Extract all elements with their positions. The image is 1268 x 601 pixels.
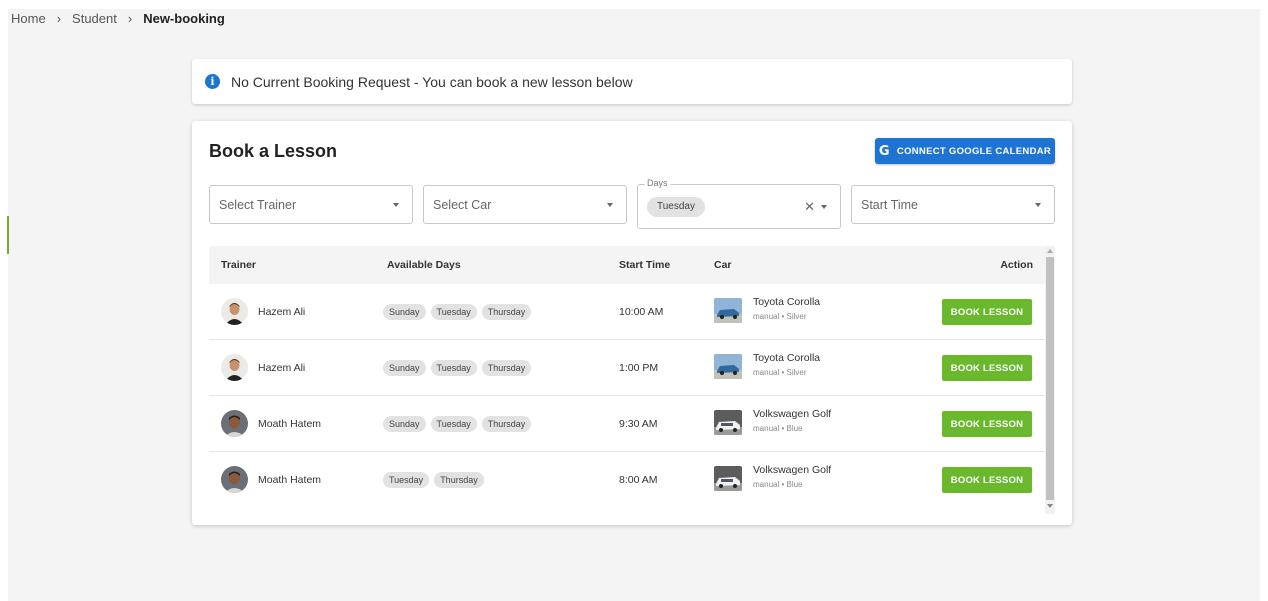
available-days: Sunday Tuesday Thursday [383, 360, 532, 376]
day-chip: Tuesday [430, 416, 477, 432]
table-row: Moath Hatem Sunday Tuesday Thursday 9:30… [209, 396, 1045, 452]
car-name: Toyota Corolla [753, 296, 821, 308]
book-lesson-button[interactable]: BOOK LESSON [942, 299, 1032, 325]
header-trainer: Trainer [221, 259, 257, 271]
car-details: manual • Blue [753, 424, 803, 433]
available-days: Sunday Tuesday Thursday [383, 416, 532, 432]
card-title: Book a Lesson [209, 141, 338, 161]
left-accent-bar [7, 216, 9, 254]
available-days: Sunday Tuesday Thursday [383, 304, 532, 320]
day-chip: Thursday [481, 360, 532, 376]
day-chip: Sunday [383, 416, 426, 432]
google-g-icon: G [878, 143, 890, 159]
trainer-name: Moath Hatem [258, 418, 322, 430]
dropdown-arrow-icon [821, 204, 827, 209]
car-name: Toyota Corolla [753, 352, 821, 364]
trainer-select[interactable]: Select Trainer [209, 185, 413, 224]
car-thumbnail [714, 354, 742, 379]
start-time-select[interactable]: Start Time [851, 185, 1055, 224]
breadcrumb-student[interactable]: Student [72, 11, 117, 26]
start-time: 1:00 PM [619, 362, 659, 374]
chevron-right-icon: › [127, 11, 133, 26]
trainer-name: Hazem Ali [258, 362, 306, 374]
scroll-down-icon[interactable] [1047, 504, 1053, 508]
chevron-right-icon: › [56, 11, 62, 26]
scrollbar-thumb[interactable] [1046, 257, 1054, 500]
clear-icon[interactable]: ✕ [804, 199, 815, 215]
day-chip-tuesday[interactable]: Tuesday [647, 196, 705, 217]
connect-google-calendar-button[interactable]: G CONNECT GOOGLE CALENDAR [875, 138, 1055, 164]
days-legend: Days [645, 178, 670, 188]
avatar [221, 410, 248, 437]
car-details: manual • Blue [753, 480, 803, 489]
trainer-name: Hazem Ali [258, 306, 306, 318]
start-time: 8:00 AM [619, 474, 658, 486]
day-chip: Sunday [383, 360, 426, 376]
breadcrumb-current: New-booking [143, 11, 225, 26]
info-icon: i [205, 74, 220, 89]
table-row: Moath Hatem Tuesday Thursday 8:00 AM Vol… [209, 452, 1045, 508]
table-header: Trainer Available Days Start Time Car Ac… [209, 246, 1045, 284]
avatar [221, 354, 248, 381]
lesson-table: Trainer Available Days Start Time Car Ac… [209, 246, 1055, 514]
table-row: Hazem Ali Sunday Tuesday Thursday 1:00 P… [209, 340, 1045, 396]
avatar [221, 466, 248, 493]
car-thumbnail [714, 298, 742, 323]
car-details: manual • Silver [753, 312, 807, 321]
table-scrollbar[interactable] [1045, 246, 1055, 514]
trainer-name: Moath Hatem [258, 474, 322, 486]
booking-alert: i No Current Booking Request - You can b… [192, 59, 1072, 104]
start-time: 10:00 AM [619, 306, 664, 318]
dropdown-arrow-icon [393, 202, 399, 207]
car-select[interactable]: Select Car [423, 185, 627, 224]
book-lesson-button[interactable]: BOOK LESSON [942, 355, 1032, 381]
start-time-placeholder: Start Time [861, 197, 918, 212]
breadcrumb: Home › Student › New-booking [11, 11, 225, 26]
days-select[interactable]: Days Tuesday ✕ [637, 178, 841, 229]
available-days: Tuesday Thursday [383, 472, 484, 488]
car-name: Volkswagen Golf [753, 464, 832, 476]
car-details: manual • Silver [753, 368, 807, 377]
day-chip: Thursday [481, 416, 532, 432]
header-days: Available Days [387, 259, 461, 271]
table-row: Hazem Ali Sunday Tuesday Thursday 10:00 … [209, 284, 1045, 340]
header-action: Action [1000, 259, 1033, 271]
day-chip: Tuesday [383, 472, 430, 488]
car-name: Volkswagen Golf [753, 408, 832, 420]
car-thumbnail [714, 466, 742, 491]
gcal-button-label: CONNECT GOOGLE CALENDAR [896, 145, 1052, 157]
car-thumbnail [714, 410, 742, 435]
day-chip: Thursday [481, 304, 532, 320]
avatar [221, 298, 248, 325]
start-time: 9:30 AM [619, 418, 658, 430]
book-lesson-button[interactable]: BOOK LESSON [942, 467, 1032, 493]
car-select-placeholder: Select Car [433, 197, 492, 212]
book-lesson-button[interactable]: BOOK LESSON [942, 411, 1032, 437]
alert-text: No Current Booking Request - You can boo… [231, 73, 633, 90]
day-chip: Thursday [434, 472, 484, 488]
trainer-select-placeholder: Select Trainer [219, 197, 297, 212]
day-chip: Sunday [383, 304, 426, 320]
scroll-up-icon[interactable] [1047, 249, 1053, 253]
dropdown-arrow-icon [1035, 202, 1041, 207]
header-car: Car [714, 259, 732, 271]
header-start: Start Time [619, 259, 671, 271]
day-chip: Tuesday [430, 360, 477, 376]
breadcrumb-home[interactable]: Home [11, 11, 46, 26]
book-lesson-card: Book a Lesson G CONNECT GOOGLE CALENDAR … [192, 121, 1072, 525]
dropdown-arrow-icon [607, 202, 613, 207]
day-chip: Tuesday [430, 304, 477, 320]
